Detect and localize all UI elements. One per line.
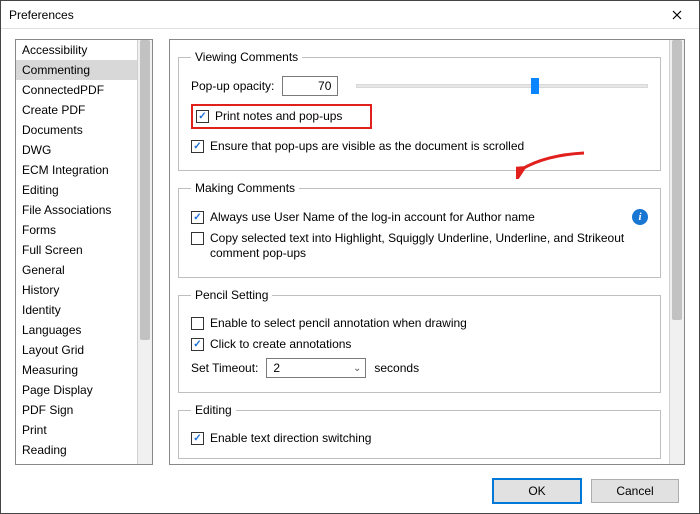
content-area: AccessibilityCommentingConnectedPDFCreat…	[1, 29, 699, 469]
copy-text-checkbox[interactable]	[191, 232, 204, 245]
copy-text-label: Copy selected text into Highlight, Squig…	[210, 231, 630, 261]
sidebar-item-dwg[interactable]: DWG	[16, 140, 152, 160]
author-name-checkbox[interactable]	[191, 211, 204, 224]
enable-select-pencil-checkbox[interactable]	[191, 317, 204, 330]
text-direction-checkbox[interactable]	[191, 432, 204, 445]
sidebar-item-print[interactable]: Print	[16, 420, 152, 440]
close-icon	[672, 10, 682, 20]
ok-button[interactable]: OK	[493, 479, 581, 503]
sidebar-item-documents[interactable]: Documents	[16, 120, 152, 140]
dialog-footer: OK Cancel	[1, 469, 699, 513]
group-legend: Making Comments	[191, 181, 299, 195]
sidebar-item-history[interactable]: History	[16, 280, 152, 300]
ensure-visible-label: Ensure that pop-ups are visible as the d…	[210, 139, 524, 154]
sidebar-item-pdf-sign[interactable]: PDF Sign	[16, 400, 152, 420]
sidebar-item-general[interactable]: General	[16, 260, 152, 280]
enable-select-pencil-label: Enable to select pencil annotation when …	[210, 316, 467, 331]
sidebar-item-reviewing[interactable]: Reviewing	[16, 460, 152, 465]
timeout-unit: seconds	[374, 361, 419, 375]
sidebar-item-ecm-integration[interactable]: ECM Integration	[16, 160, 152, 180]
sidebar-item-layout-grid[interactable]: Layout Grid	[16, 340, 152, 360]
group-legend: Editing	[191, 403, 236, 417]
click-create-label: Click to create annotations	[210, 337, 351, 352]
opacity-input[interactable]	[282, 76, 338, 96]
sidebar-scrollbar-thumb[interactable]	[140, 40, 150, 340]
sidebar-item-measuring[interactable]: Measuring	[16, 360, 152, 380]
sidebar-item-accessibility[interactable]: Accessibility	[16, 40, 152, 60]
sidebar-item-create-pdf[interactable]: Create PDF	[16, 100, 152, 120]
sidebar-item-connectedpdf[interactable]: ConnectedPDF	[16, 80, 152, 100]
print-notes-checkbox[interactable]	[196, 110, 209, 123]
main-scrollbar-thumb[interactable]	[672, 40, 682, 320]
timeout-label: Set Timeout:	[191, 361, 258, 375]
sidebar-item-full-screen[interactable]: Full Screen	[16, 240, 152, 260]
cancel-button[interactable]: Cancel	[591, 479, 679, 503]
group-viewing-comments: Viewing Comments Pop-up opacity: Print n…	[178, 50, 661, 171]
text-direction-label: Enable text direction switching	[210, 431, 371, 446]
slider-track	[356, 84, 648, 88]
window-title: Preferences	[9, 8, 74, 22]
author-name-label: Always use User Name of the log-in accou…	[210, 210, 535, 225]
sidebar-item-languages[interactable]: Languages	[16, 320, 152, 340]
sidebar-scrollbar[interactable]	[137, 40, 152, 464]
settings-panel: Viewing Comments Pop-up opacity: Print n…	[169, 39, 685, 465]
group-editing: Editing Enable text direction switching	[178, 403, 661, 459]
preferences-window: Preferences AccessibilityCommentingConne…	[0, 0, 700, 514]
category-sidebar: AccessibilityCommentingConnectedPDFCreat…	[15, 39, 153, 465]
timeout-value: 2	[273, 361, 280, 375]
group-making-comments: Making Comments Always use User Name of …	[178, 181, 661, 278]
timeout-select[interactable]: 2 ⌄	[266, 358, 366, 378]
info-icon[interactable]: i	[632, 209, 648, 225]
sidebar-item-file-associations[interactable]: File Associations	[16, 200, 152, 220]
opacity-slider[interactable]	[356, 78, 648, 94]
chevron-down-icon: ⌄	[353, 363, 361, 374]
sidebar-item-identity[interactable]: Identity	[16, 300, 152, 320]
sidebar-item-page-display[interactable]: Page Display	[16, 380, 152, 400]
highlighted-option: Print notes and pop-ups	[191, 104, 372, 129]
opacity-label: Pop-up opacity:	[191, 79, 274, 93]
group-legend: Viewing Comments	[191, 50, 302, 64]
sidebar-item-editing[interactable]: Editing	[16, 180, 152, 200]
sidebar-item-forms[interactable]: Forms	[16, 220, 152, 240]
main-scrollbar[interactable]	[669, 40, 684, 464]
sidebar-item-reading[interactable]: Reading	[16, 440, 152, 460]
slider-thumb[interactable]	[531, 78, 539, 94]
titlebar: Preferences	[1, 1, 699, 29]
group-pencil-setting: Pencil Setting Enable to select pencil a…	[178, 288, 661, 393]
click-create-checkbox[interactable]	[191, 338, 204, 351]
print-notes-label: Print notes and pop-ups	[215, 109, 342, 124]
sidebar-item-commenting[interactable]: Commenting	[16, 60, 152, 80]
ensure-visible-checkbox[interactable]	[191, 140, 204, 153]
group-legend: Pencil Setting	[191, 288, 272, 302]
close-button[interactable]	[661, 3, 693, 27]
